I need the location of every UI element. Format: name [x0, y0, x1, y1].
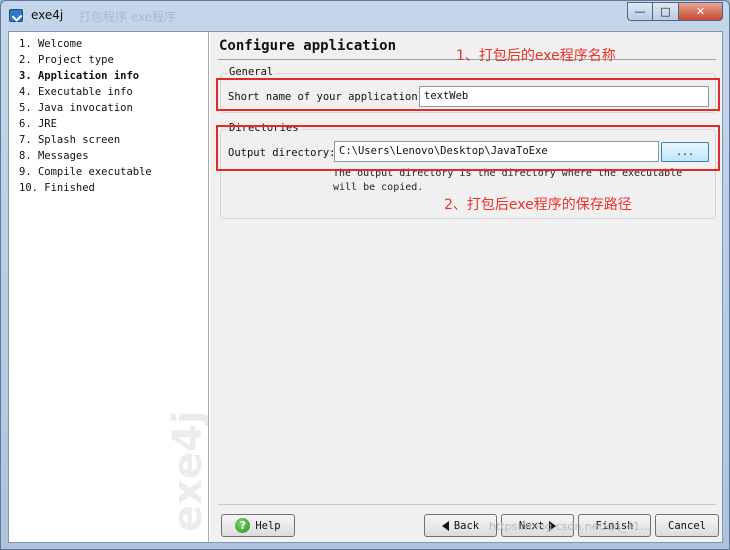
- step-messages[interactable]: 8. Messages: [19, 150, 89, 162]
- step-welcome[interactable]: 1. Welcome: [19, 38, 82, 50]
- main-panel: Configure application General Short name…: [210, 32, 722, 542]
- window-controls: — □ ✕: [627, 2, 723, 21]
- title-bar[interactable]: exe4j 打包程序 exe程序 — □ ✕: [1, 1, 729, 31]
- step-jre[interactable]: 6. JRE: [19, 118, 57, 130]
- step-java-invocation[interactable]: 5. Java invocation: [19, 102, 133, 114]
- output-directory-help: The output directory is the directory wh…: [333, 168, 683, 193]
- close-button[interactable]: ✕: [679, 2, 723, 21]
- annotation-note-name: 1、打包后的exe程序名称: [456, 48, 616, 64]
- help-button[interactable]: ? Help: [221, 514, 295, 537]
- exe4j-watermark: exe4j: [165, 410, 209, 532]
- window-title-ghost: 打包程序 exe程序: [79, 10, 177, 24]
- exe4j-window: exe4j 打包程序 exe程序 — □ ✕ 1. Welcome 2. Pro…: [0, 0, 730, 550]
- minimize-button[interactable]: —: [627, 2, 653, 21]
- footer-divider: [218, 504, 716, 505]
- cancel-button[interactable]: Cancel: [655, 514, 719, 537]
- step-splash-screen[interactable]: 7. Splash screen: [19, 134, 120, 146]
- wizard-steps-sidebar: 1. Welcome 2. Project type 3. Applicatio…: [9, 32, 209, 542]
- maximize-button[interactable]: □: [653, 2, 679, 21]
- step-finished[interactable]: 10. Finished: [19, 182, 95, 194]
- help-icon: ?: [235, 518, 251, 533]
- step-project-type[interactable]: 2. Project type: [19, 54, 114, 66]
- back-button-label: Back: [453, 519, 480, 532]
- app-icon: [9, 9, 23, 22]
- back-arrow-icon: [441, 520, 449, 531]
- window-title: exe4j: [31, 8, 64, 22]
- general-group-title: General: [227, 66, 276, 78]
- url-watermark: https://blog.csdn.net/qq_41...: [489, 520, 651, 533]
- annotation-box-directory: [216, 125, 720, 171]
- help-button-label: Help: [255, 519, 281, 532]
- page-title: Configure application: [219, 38, 397, 54]
- step-executable-info[interactable]: 4. Executable info: [19, 86, 133, 98]
- step-compile-executable[interactable]: 9. Compile executable: [19, 166, 152, 178]
- back-button[interactable]: Back: [424, 514, 497, 537]
- annotation-box-name: [216, 78, 720, 111]
- step-application-info[interactable]: 3. Application info: [19, 70, 139, 82]
- annotation-note-directory: 2、打包后exe程序的保存路径: [444, 197, 632, 213]
- wizard-client-area: 1. Welcome 2. Project type 3. Applicatio…: [8, 31, 723, 543]
